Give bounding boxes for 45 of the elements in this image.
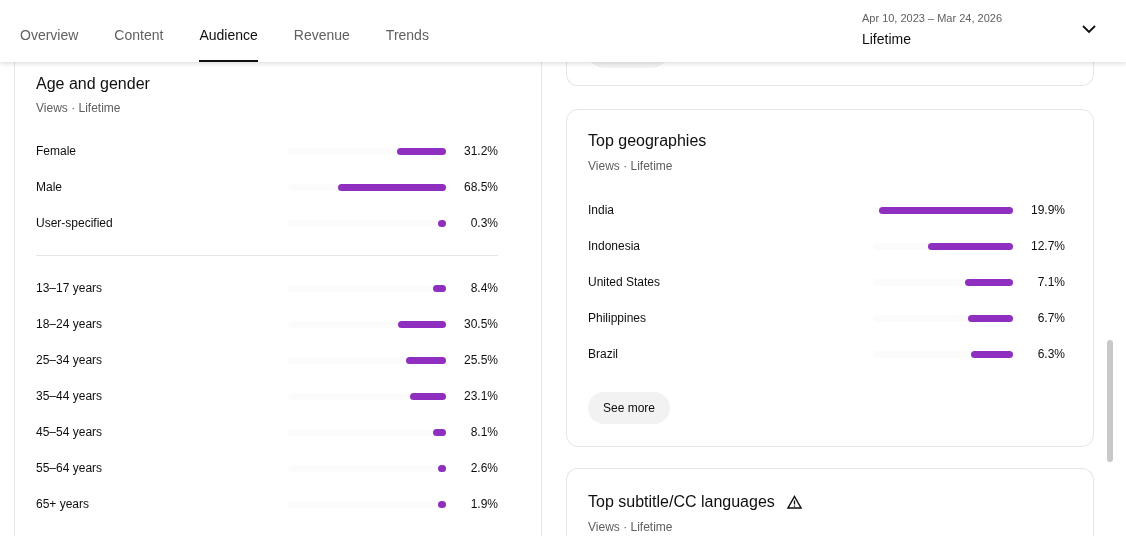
row-label: Female [36,143,77,160]
tab[interactable]: Revenue [293,16,350,62]
percentage: 25.5% [462,352,498,369]
row-label: 25–34 years [36,352,104,369]
percentage: 8.4% [469,280,498,297]
card-title: Age and gender [36,74,151,94]
row-label: 35–44 years [36,388,104,405]
row-label: 13–17 years [36,280,104,297]
percentage: 30.5% [462,316,498,333]
percentage: 12.7% [1029,238,1065,255]
percentage: 0.3% [469,215,498,232]
percentage: 2.6% [469,460,498,477]
row-label: Brazil [588,346,619,363]
percentage: 68.5% [462,179,498,196]
percentage: 7.1% [1036,274,1065,291]
row-label: User-specified [36,215,114,232]
card-title: Top geographies [588,131,708,151]
percentage: 8.1% [469,424,498,441]
row-label: 45–54 years [36,424,104,441]
percentage: 1.9% [469,496,498,513]
tab[interactable]: Content [114,16,164,62]
row-label: India [588,202,616,219]
tab[interactable]: Audience [199,16,258,62]
tab[interactable]: Trends [385,16,429,62]
see-more-button[interactable]: See more [588,392,671,424]
card-subtitle: Views · Lifetime [36,100,122,117]
percentage: 6.3% [1036,346,1065,363]
tab[interactable]: Overview [20,16,79,62]
row-label: 18–24 years [36,316,104,333]
scrollbar[interactable] [1107,340,1113,462]
percentage: 19.9% [1029,202,1065,219]
card-subtitle: Views · Lifetime [588,158,674,175]
row-label: 55–64 years [36,460,104,477]
row-label: United States [588,274,662,291]
row-label: Indonesia [588,238,642,255]
row-label: 65+ years [36,496,91,513]
row-label: Male [36,179,63,196]
row-label: Philippines [588,310,648,327]
chevron-down-icon [1082,25,1096,35]
percentage: 31.2% [462,143,498,160]
date-range-picker[interactable]: Apr 10, 2023 – Mar 24, 2026 Lifetime [861,10,1096,50]
percentage: 6.7% [1036,310,1065,327]
card-subtitle: Views · Lifetime [588,519,674,536]
card-title: Top subtitle/CC languages [588,492,775,512]
percentage: 23.1% [462,388,498,405]
